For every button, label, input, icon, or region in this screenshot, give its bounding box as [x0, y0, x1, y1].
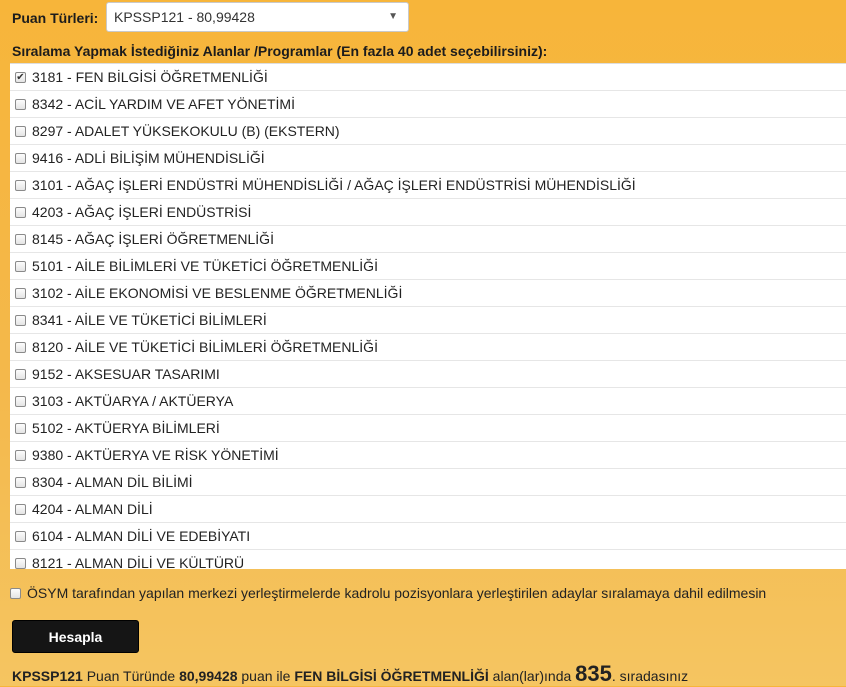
- list-item[interactable]: 9416 - ADLİ BİLİŞİM MÜHENDİSLİĞİ: [10, 145, 846, 172]
- result-text-1: Puan Türünde: [82, 668, 180, 684]
- program-checkbox[interactable]: [15, 368, 26, 380]
- chevron-down-icon: ▼: [388, 11, 398, 22]
- select-value: KPSSP121 - 80,99428: [114, 9, 255, 25]
- list-item[interactable]: 8341 - AİLE VE TÜKETİCİ BİLİMLERİ: [10, 307, 846, 334]
- list-item[interactable]: 9380 - AKTÜERYA VE RİSK YÖNETİMİ: [10, 442, 846, 469]
- program-checkbox[interactable]: [15, 152, 26, 164]
- exclude-checkbox[interactable]: [10, 587, 21, 599]
- program-checkbox[interactable]: [15, 98, 26, 110]
- program-checkbox[interactable]: [15, 395, 26, 407]
- program-label: 8304 - ALMAN DİL BİLİMİ: [32, 474, 193, 490]
- program-label: 8342 - ACİL YARDIM VE AFET YÖNETİMİ: [32, 96, 295, 112]
- program-label: 5102 - AKTÜERYA BİLİMLERİ: [32, 420, 220, 436]
- list-item[interactable]: 3101 - AĞAÇ İŞLERİ ENDÜSTRİ MÜHENDİSLİĞİ…: [10, 172, 846, 199]
- result-puan-type: KPSSP121: [12, 668, 83, 684]
- program-checkbox[interactable]: [15, 125, 26, 137]
- program-checkbox[interactable]: [15, 503, 26, 515]
- list-item[interactable]: 5102 - AKTÜERYA BİLİMLERİ: [10, 415, 846, 442]
- hesapla-button[interactable]: Hesapla: [12, 620, 139, 653]
- exclude-label: ÖSYM tarafından yapılan merkezi yerleşti…: [27, 585, 767, 601]
- puan-turleri-label: Puan Türleri:: [12, 10, 99, 26]
- list-item[interactable]: 8121 - ALMAN DİLİ VE KÜLTÜRÜ: [10, 550, 846, 569]
- program-checkbox[interactable]: [15, 287, 26, 299]
- result-score: 80,99428: [179, 668, 238, 684]
- program-checkbox[interactable]: [15, 314, 26, 326]
- list-item[interactable]: 3103 - AKTÜARYA / AKTÜERYA: [10, 388, 846, 415]
- program-checkbox[interactable]: [15, 422, 26, 434]
- puan-turleri-select[interactable]: KPSSP121 - 80,99428 ▼: [106, 2, 409, 32]
- list-item[interactable]: 8342 - ACİL YARDIM VE AFET YÖNETİMİ: [10, 91, 846, 118]
- program-checkbox[interactable]: [15, 233, 26, 245]
- program-label: 8341 - AİLE VE TÜKETİCİ BİLİMLERİ: [32, 312, 267, 328]
- program-label: 9380 - AKTÜERYA VE RİSK YÖNETİMİ: [32, 447, 279, 463]
- program-label: 9152 - AKSESUAR TASARIMI: [32, 366, 220, 382]
- program-label: 3101 - AĞAÇ İŞLERİ ENDÜSTRİ MÜHENDİSLİĞİ…: [32, 177, 636, 193]
- program-label: 3103 - AKTÜARYA / AKTÜERYA: [32, 393, 234, 409]
- exclude-option[interactable]: ÖSYM tarafından yapılan merkezi yerleşti…: [10, 585, 766, 601]
- program-checkbox[interactable]: [15, 449, 26, 461]
- program-checkbox[interactable]: [15, 206, 26, 218]
- list-item[interactable]: 4203 - AĞAÇ İŞLERİ ENDÜSTRİSİ: [10, 199, 846, 226]
- program-label: 4204 - ALMAN DİLİ: [32, 501, 153, 517]
- program-checkbox[interactable]: [15, 341, 26, 353]
- result-text-4: . sıradasınız: [611, 668, 689, 684]
- program-label: 8145 - AĞAÇ İŞLERİ ÖĞRETMENLİĞİ: [32, 231, 274, 247]
- program-checkbox[interactable]: [15, 530, 26, 542]
- list-item[interactable]: 8304 - ALMAN DİL BİLİMİ: [10, 469, 846, 496]
- result-program: FEN BİLGİSİ ÖĞRETMENLİĞİ: [294, 668, 489, 684]
- list-item[interactable]: 6104 - ALMAN DİLİ VE EDEBİYATI: [10, 523, 846, 550]
- result-rank: 835: [575, 661, 612, 686]
- list-item[interactable]: 9152 - AKSESUAR TASARIMI: [10, 361, 846, 388]
- program-checkbox[interactable]: [15, 179, 26, 191]
- program-label: 5101 - AİLE BİLİMLERİ VE TÜKETİCİ ÖĞRETM…: [32, 258, 378, 274]
- program-label: 4203 - AĞAÇ İŞLERİ ENDÜSTRİSİ: [32, 204, 252, 220]
- list-heading: Sıralama Yapmak İstediğiniz Alanlar /Pro…: [12, 43, 548, 59]
- list-item[interactable]: ✔ 3181 - FEN BİLGİSİ ÖĞRETMENLİĞİ: [10, 64, 846, 91]
- list-item[interactable]: 5101 - AİLE BİLİMLERİ VE TÜKETİCİ ÖĞRETM…: [10, 253, 846, 280]
- result-text-2: puan ile: [237, 668, 295, 684]
- program-label: 3181 - FEN BİLGİSİ ÖĞRETMENLİĞİ: [32, 69, 268, 85]
- list-item[interactable]: 8297 - ADALET YÜKSEKOKULU (B) (EKSTERN): [10, 118, 846, 145]
- list-item[interactable]: 4204 - ALMAN DİLİ: [10, 496, 846, 523]
- program-label: 8121 - ALMAN DİLİ VE KÜLTÜRÜ: [32, 555, 245, 569]
- list-item[interactable]: 8145 - AĞAÇ İŞLERİ ÖĞRETMENLİĞİ: [10, 226, 846, 253]
- program-checkbox[interactable]: [15, 476, 26, 488]
- program-checkbox[interactable]: ✔: [15, 71, 26, 83]
- program-label: 8120 - AİLE VE TÜKETİCİ BİLİMLERİ ÖĞRETM…: [32, 339, 378, 355]
- program-checkbox[interactable]: [15, 260, 26, 272]
- result-text-3: alan(lar)ında: [488, 668, 576, 684]
- program-label: 9416 - ADLİ BİLİŞİM MÜHENDİSLİĞİ: [32, 150, 265, 166]
- program-list[interactable]: ✔ 3181 - FEN BİLGİSİ ÖĞRETMENLİĞİ 8342 - A…: [10, 63, 846, 569]
- puan-turleri-row: Puan Türleri:: [12, 6, 98, 30]
- list-item[interactable]: 3102 - AİLE EKONOMİSİ VE BESLENME ÖĞRETM…: [10, 280, 846, 307]
- program-label: 6104 - ALMAN DİLİ VE EDEBİYATI: [32, 528, 251, 544]
- result-line: KPSSP121 Puan Türünde 80,99428 puan ile …: [12, 661, 688, 687]
- list-item[interactable]: 8120 - AİLE VE TÜKETİCİ BİLİMLERİ ÖĞRETM…: [10, 334, 846, 361]
- program-label: 3102 - AİLE EKONOMİSİ VE BESLENME ÖĞRETM…: [32, 285, 403, 301]
- program-checkbox[interactable]: [15, 557, 26, 569]
- checkmark-icon: ✔: [16, 71, 25, 83]
- program-label: 8297 - ADALET YÜKSEKOKULU (B) (EKSTERN): [32, 123, 340, 139]
